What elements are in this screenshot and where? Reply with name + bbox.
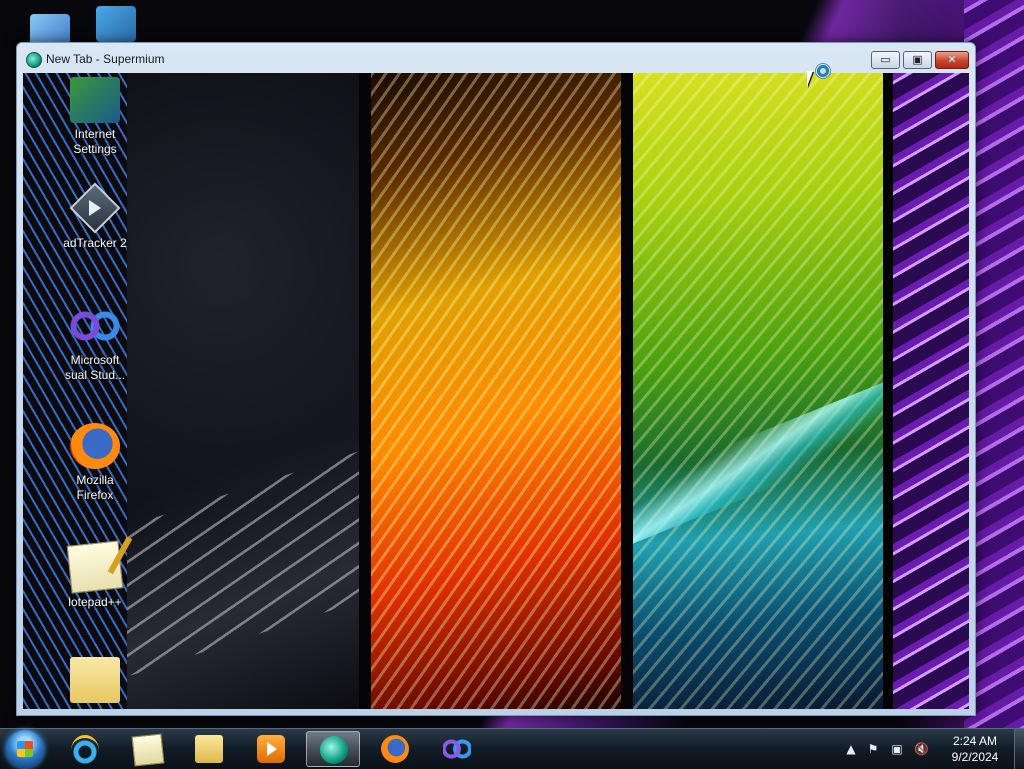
clock-time: 2:24 AM bbox=[952, 734, 998, 748]
internet-settings-icon bbox=[70, 77, 120, 123]
render-gap bbox=[621, 73, 633, 709]
desktop-icon-notepad-plus-plus[interactable]: lotepad++ bbox=[63, 540, 127, 610]
clock-date: 9/2/2024 bbox=[951, 750, 999, 764]
windows-logo-icon bbox=[17, 741, 33, 757]
action-center-flag-icon[interactable]: ⚑ bbox=[866, 742, 880, 756]
start-button[interactable] bbox=[6, 730, 44, 768]
icon-label: Firefox bbox=[76, 488, 114, 502]
taskbar-item-supermium[interactable] bbox=[306, 731, 360, 767]
show-hidden-icons-chevron-up-icon[interactable]: ▲ bbox=[844, 742, 858, 756]
folder-icon bbox=[195, 735, 223, 763]
visual-studio-icon bbox=[443, 735, 471, 763]
internet-explorer-icon bbox=[71, 735, 99, 766]
supermium-icon bbox=[26, 52, 42, 68]
media-player-icon bbox=[257, 735, 285, 763]
mouse-cursor-icon bbox=[807, 71, 813, 87]
desktop-icon-internet-settings[interactable]: Internet Settings bbox=[63, 77, 127, 157]
icon-label: Microsoft bbox=[70, 353, 120, 367]
folder-icon bbox=[70, 657, 120, 703]
panel-green bbox=[633, 73, 883, 709]
icon-label: lotepad++ bbox=[68, 595, 122, 609]
desktop-icon-firefox[interactable]: Mozilla Firefox bbox=[63, 423, 127, 503]
close-button[interactable]: ✕ bbox=[935, 51, 969, 69]
icon-label: Internet bbox=[74, 127, 116, 141]
page-content[interactable]: Internet Settings adTracker 2 Microsoft … bbox=[23, 73, 969, 709]
taskbar-item-internet-explorer[interactable] bbox=[58, 731, 112, 767]
desktop-icon-network[interactable] bbox=[86, 6, 146, 42]
desktop-icon-strip: Internet Settings adTracker 2 Microsoft … bbox=[23, 73, 127, 709]
firefox-icon bbox=[70, 423, 120, 469]
clock[interactable]: 2:24 AM 9/2/2024 bbox=[940, 733, 1010, 765]
render-gap bbox=[883, 73, 893, 709]
supermium-icon bbox=[320, 736, 348, 764]
notepad-plus-plus-icon bbox=[66, 540, 124, 594]
taskbar: ▲ ⚑ ▣ 🔇 2:24 AM 9/2/2024 bbox=[0, 728, 1024, 769]
taskbar-item-firefox[interactable] bbox=[368, 731, 422, 767]
cyan-band bbox=[633, 382, 883, 544]
desktop-icon-visual-studio[interactable]: Microsoft sual Stud... bbox=[63, 303, 127, 383]
network-icon[interactable]: ▣ bbox=[890, 742, 904, 756]
icon-label: Settings bbox=[73, 142, 117, 156]
visual-studio-icon bbox=[70, 303, 120, 349]
show-desktop-button[interactable] bbox=[1014, 729, 1024, 769]
sync-icon[interactable] bbox=[815, 63, 831, 79]
maximize-button[interactable]: ▣ bbox=[903, 51, 932, 69]
taskbar-item-notepad[interactable] bbox=[120, 731, 174, 767]
taskbar-item-file-explorer[interactable] bbox=[182, 731, 236, 767]
panel-violet bbox=[893, 73, 969, 709]
icon-label: sual Stud... bbox=[64, 368, 126, 382]
title-bar[interactable]: New Tab - Supermium ▭ ▣ ✕ bbox=[17, 43, 975, 73]
firefox-icon bbox=[381, 735, 409, 763]
panel-dark bbox=[127, 73, 359, 709]
minimize-button[interactable]: ▭ bbox=[871, 51, 900, 69]
system-tray: ▲ ⚑ ▣ 🔇 2:24 AM 9/2/2024 bbox=[840, 729, 1024, 769]
network-icon bbox=[96, 6, 136, 42]
desktop-icon-adtracker[interactable]: adTracker 2 bbox=[63, 182, 127, 251]
notepad-icon bbox=[131, 733, 165, 767]
browser-window: New Tab - Supermium ▭ ▣ ✕ Internet Setti… bbox=[16, 42, 976, 716]
panel-fire bbox=[371, 73, 621, 709]
taskbar-item-media-player[interactable] bbox=[244, 731, 298, 767]
silver-streaks bbox=[127, 451, 359, 677]
icon-label: Mozilla bbox=[76, 473, 114, 487]
taskbar-item-visual-studio[interactable] bbox=[430, 731, 484, 767]
window-title: New Tab - Supermium bbox=[46, 52, 165, 66]
volume-muted-icon[interactable]: 🔇 bbox=[914, 742, 929, 756]
icon-label: adTracker 2 bbox=[63, 236, 127, 250]
render-gap bbox=[359, 73, 371, 709]
desktop-icon-folder[interactable] bbox=[63, 657, 127, 707]
adtracker-icon bbox=[69, 182, 121, 234]
